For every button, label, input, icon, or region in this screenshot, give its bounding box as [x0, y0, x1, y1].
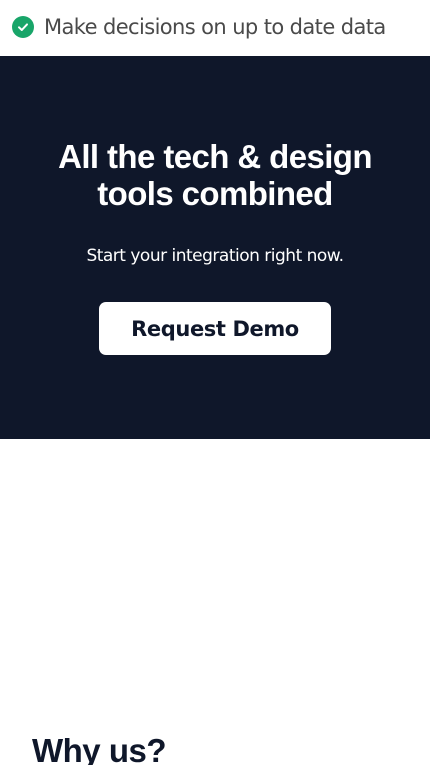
- hero-subtitle: Start your integration right now.: [86, 246, 344, 266]
- why-us-heading: Why us?: [32, 732, 167, 765]
- feature-text: Make decisions on up to date data: [44, 15, 386, 39]
- hero-section: All the tech & design tools combined Sta…: [0, 56, 430, 439]
- page: Make decisions on up to date data All th…: [0, 0, 430, 765]
- hero-title: All the tech & design tools combined: [58, 138, 372, 212]
- feature-strip: Make decisions on up to date data: [0, 0, 430, 56]
- feature-item: Make decisions on up to date data: [12, 12, 386, 42]
- request-demo-button[interactable]: Request Demo: [99, 302, 331, 355]
- check-circle-icon: [12, 16, 34, 38]
